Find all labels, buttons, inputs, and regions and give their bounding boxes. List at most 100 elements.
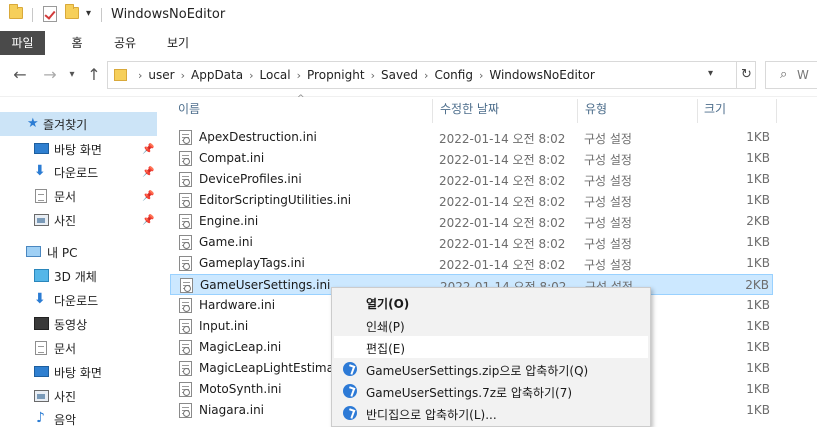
search-placeholder: W — [797, 68, 809, 82]
nav-item-desktop[interactable]: 바탕 화면 — [0, 360, 157, 384]
nav-item-3d-objects[interactable]: 3D 개체 — [0, 264, 157, 288]
nav-item-pictures[interactable]: 사진 — [0, 384, 157, 408]
breadcrumb-propnight[interactable]: Propnight — [303, 68, 369, 82]
column-divider[interactable] — [776, 99, 777, 123]
menu-item-compress-7z[interactable]: GameUserSettings.7z로 압축하기(7) — [334, 380, 648, 402]
menu-item-compress-zip[interactable]: GameUserSettings.zip으로 압축하기(Q) — [334, 358, 648, 380]
file-date: 2022-01-14 오전 8:02 — [439, 195, 566, 209]
window-title: WindowsNoEditor — [111, 7, 226, 22]
pin-icon[interactable]: 📌 — [142, 215, 154, 226]
breadcrumb-windowsnoeditor[interactable]: WindowsNoEditor — [485, 68, 598, 82]
config-file-icon — [179, 235, 192, 250]
breadcrumb: › user › AppData › Local › Propnight › S… — [136, 68, 599, 82]
nav-item-label: 동영상 — [54, 317, 88, 332]
chevron-right-icon[interactable]: › — [369, 69, 377, 82]
nav-item-pictures-pinned[interactable]: 사진 📌 — [0, 208, 157, 232]
tab-file[interactable]: 파일 — [0, 31, 45, 55]
properties-icon[interactable] — [43, 6, 57, 22]
file-size: 1KB — [746, 256, 770, 270]
column-header-size[interactable]: 크기 — [704, 97, 774, 121]
file-type: 구성 설정 — [584, 153, 632, 167]
ribbon-tabs: 파일 홈 공유 보기 — [0, 31, 817, 55]
breadcrumb-local[interactable]: Local — [256, 68, 295, 82]
tab-share[interactable]: 공유 — [105, 31, 145, 55]
file-row[interactable]: DeviceProfiles.ini 2022-01-14 오전 8:02 구성… — [170, 169, 773, 190]
file-row[interactable]: GameplayTags.ini 2022-01-14 오전 8:02 구성 설… — [170, 253, 773, 274]
file-size: 2KB — [745, 278, 769, 292]
up-button[interactable]: ↑ — [84, 65, 104, 85]
video-icon — [34, 317, 49, 330]
breadcrumb-appdata[interactable]: AppData — [187, 68, 247, 82]
menu-item-label: 편집(E) — [366, 342, 406, 356]
file-row[interactable]: Compat.ini 2022-01-14 오전 8:02 구성 설정 1KB — [170, 148, 773, 169]
chevron-right-icon[interactable]: › — [136, 69, 144, 82]
column-header-type[interactable]: 유형 — [585, 97, 695, 121]
file-size: 1KB — [746, 340, 770, 354]
nav-item-documents[interactable]: 문서 — [0, 336, 157, 360]
search-input[interactable]: ⌕ W — [765, 61, 817, 89]
file-name: GameUserSettings.ini — [200, 278, 331, 292]
nav-item-documents-pinned[interactable]: 문서 📌 — [0, 184, 157, 208]
file-row[interactable]: ApexDestruction.ini 2022-01-14 오전 8:02 구… — [170, 127, 773, 148]
file-name: Compat.ini — [199, 151, 265, 165]
file-row[interactable]: Game.ini 2022-01-14 오전 8:02 구성 설정 1KB — [170, 232, 773, 253]
chevron-right-icon[interactable]: › — [295, 69, 303, 82]
file-row[interactable]: Engine.ini 2022-01-14 오전 8:02 구성 설정 2KB — [170, 211, 773, 232]
chevron-right-icon[interactable]: › — [179, 69, 187, 82]
file-name: GameplayTags.ini — [199, 256, 305, 270]
file-row[interactable]: EditorScriptingUtilities.ini 2022-01-14 … — [170, 190, 773, 211]
breadcrumb-config[interactable]: Config — [430, 68, 477, 82]
nav-item-this-pc[interactable]: 내 PC — [0, 240, 157, 264]
config-file-icon — [179, 319, 192, 334]
column-divider[interactable] — [697, 99, 698, 123]
file-size: 1KB — [746, 130, 770, 144]
address-history-chevron-icon[interactable]: ▾ — [708, 68, 713, 79]
nav-item-quick-access[interactable]: ★ 즐겨찾기 — [0, 112, 157, 136]
menu-item-print[interactable]: 인쇄(P) — [334, 314, 648, 336]
menu-item-compress-bandizip[interactable]: 반디집으로 압축하기(L)... — [334, 402, 648, 424]
nav-item-label: 다운로드 — [54, 165, 99, 180]
column-header-name[interactable]: 이름 — [178, 97, 430, 121]
column-divider[interactable] — [432, 99, 433, 123]
address-row: ← → ▾ ↑ › user › AppData › Local › Propn… — [0, 55, 817, 97]
config-file-icon — [179, 382, 192, 397]
new-folder-icon[interactable] — [65, 4, 79, 19]
nav-item-downloads-pinned[interactable]: ⬇ 다운로드 📌 — [0, 160, 157, 184]
customize-toolbar-icon[interactable]: ▾ — [86, 8, 91, 19]
nav-item-downloads[interactable]: ⬇ 다운로드 — [0, 288, 157, 312]
star-icon: ★ — [27, 116, 39, 131]
file-name: MotoSynth.ini — [199, 382, 282, 396]
chevron-right-icon[interactable]: › — [247, 69, 255, 82]
file-type: 구성 설정 — [584, 216, 632, 230]
chevron-right-icon[interactable]: › — [422, 69, 430, 82]
file-name: Input.ini — [199, 319, 249, 333]
column-header-date[interactable]: 수정한 날짜 — [440, 97, 575, 121]
address-bar[interactable]: › user › AppData › Local › Propnight › S… — [107, 61, 756, 89]
folder-icon[interactable] — [9, 4, 23, 19]
column-divider[interactable] — [577, 99, 578, 123]
breadcrumb-saved[interactable]: Saved — [377, 68, 422, 82]
pin-icon[interactable]: 📌 — [142, 191, 154, 202]
breadcrumb-user[interactable]: user — [144, 68, 178, 82]
forward-button[interactable]: → — [40, 65, 60, 85]
desktop-icon — [34, 366, 49, 377]
menu-item-open[interactable]: 열기(O) — [334, 291, 648, 313]
file-date: 2022-01-14 오전 8:02 — [439, 237, 566, 251]
file-type: 구성 설정 — [584, 132, 632, 146]
tab-home[interactable]: 홈 — [62, 31, 92, 55]
back-button[interactable]: ← — [10, 65, 30, 85]
recent-locations-chevron-icon[interactable]: ▾ — [65, 65, 79, 85]
pin-icon[interactable]: 📌 — [142, 144, 154, 155]
pin-icon[interactable]: 📌 — [142, 167, 154, 178]
nav-item-label: 바탕 화면 — [54, 365, 102, 380]
tab-view[interactable]: 보기 — [158, 31, 198, 55]
config-file-icon — [179, 151, 192, 166]
nav-item-music[interactable]: ♪ 음악 — [0, 407, 157, 427]
menu-item-edit[interactable]: 편집(E) — [334, 336, 648, 358]
chevron-right-icon[interactable]: › — [477, 69, 485, 82]
nav-item-desktop-pinned[interactable]: 바탕 화면 📌 — [0, 137, 157, 161]
nav-item-videos[interactable]: 동영상 — [0, 312, 157, 336]
config-file-icon — [179, 172, 192, 187]
menu-item-label: 인쇄(P) — [366, 320, 405, 334]
refresh-button[interactable]: ↻ — [736, 62, 756, 88]
